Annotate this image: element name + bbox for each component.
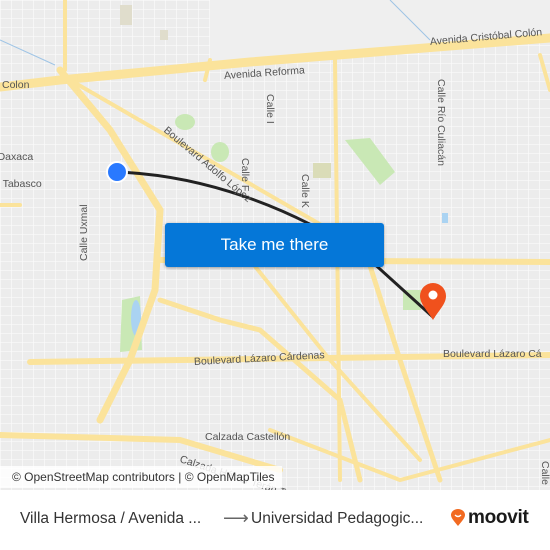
- arrow-right-icon: ⟶: [223, 508, 249, 528]
- map-attribution[interactable]: © OpenStreetMap contributors | © OpenMap…: [0, 466, 283, 488]
- label-calle-f: Calle F: [239, 158, 251, 192]
- park: [120, 5, 132, 25]
- moovit-wordmark: moovit: [468, 507, 529, 528]
- label-calle-edge: Calle: [539, 461, 550, 485]
- pond: [442, 213, 448, 223]
- map-view[interactable]: Avenida Cristóbal Colón Avenida Reforma …: [0, 0, 550, 490]
- moovit-logo[interactable]: moovit: [450, 507, 529, 529]
- label-colon: Colon: [2, 79, 30, 91]
- label-calle-uxmal: Calle Uxmal: [78, 204, 90, 261]
- origin-marker[interactable]: [106, 161, 128, 183]
- take-me-there-button[interactable]: Take me there: [165, 223, 384, 267]
- label-oaxaca: Oaxaca: [0, 151, 34, 163]
- pin-dot-icon: [428, 290, 438, 300]
- moovit-pin-icon: [451, 509, 465, 526]
- label-boulevard-lazaro-cardenas-east: Boulevard Lázaro Cá: [443, 348, 542, 360]
- park: [160, 30, 168, 40]
- park: [175, 114, 195, 130]
- label-calle-i: Calle I: [264, 94, 276, 124]
- label-tabasco: n Tabasco: [0, 178, 42, 190]
- label-calle-k: Calle K: [299, 174, 311, 208]
- label-calle-rio-culiacan: Calle Río Culiacán: [435, 79, 447, 166]
- park: [211, 142, 229, 162]
- destination-name: Universidad Pedagogic...: [251, 510, 424, 527]
- route-footer: Villa Hermosa / Avenida ... ⟶ Universida…: [0, 490, 550, 550]
- park: [313, 163, 331, 178]
- origin-name: Villa Hermosa / Avenida ...: [20, 510, 202, 527]
- label-calzada-castellon: Calzada Castellón: [205, 431, 291, 443]
